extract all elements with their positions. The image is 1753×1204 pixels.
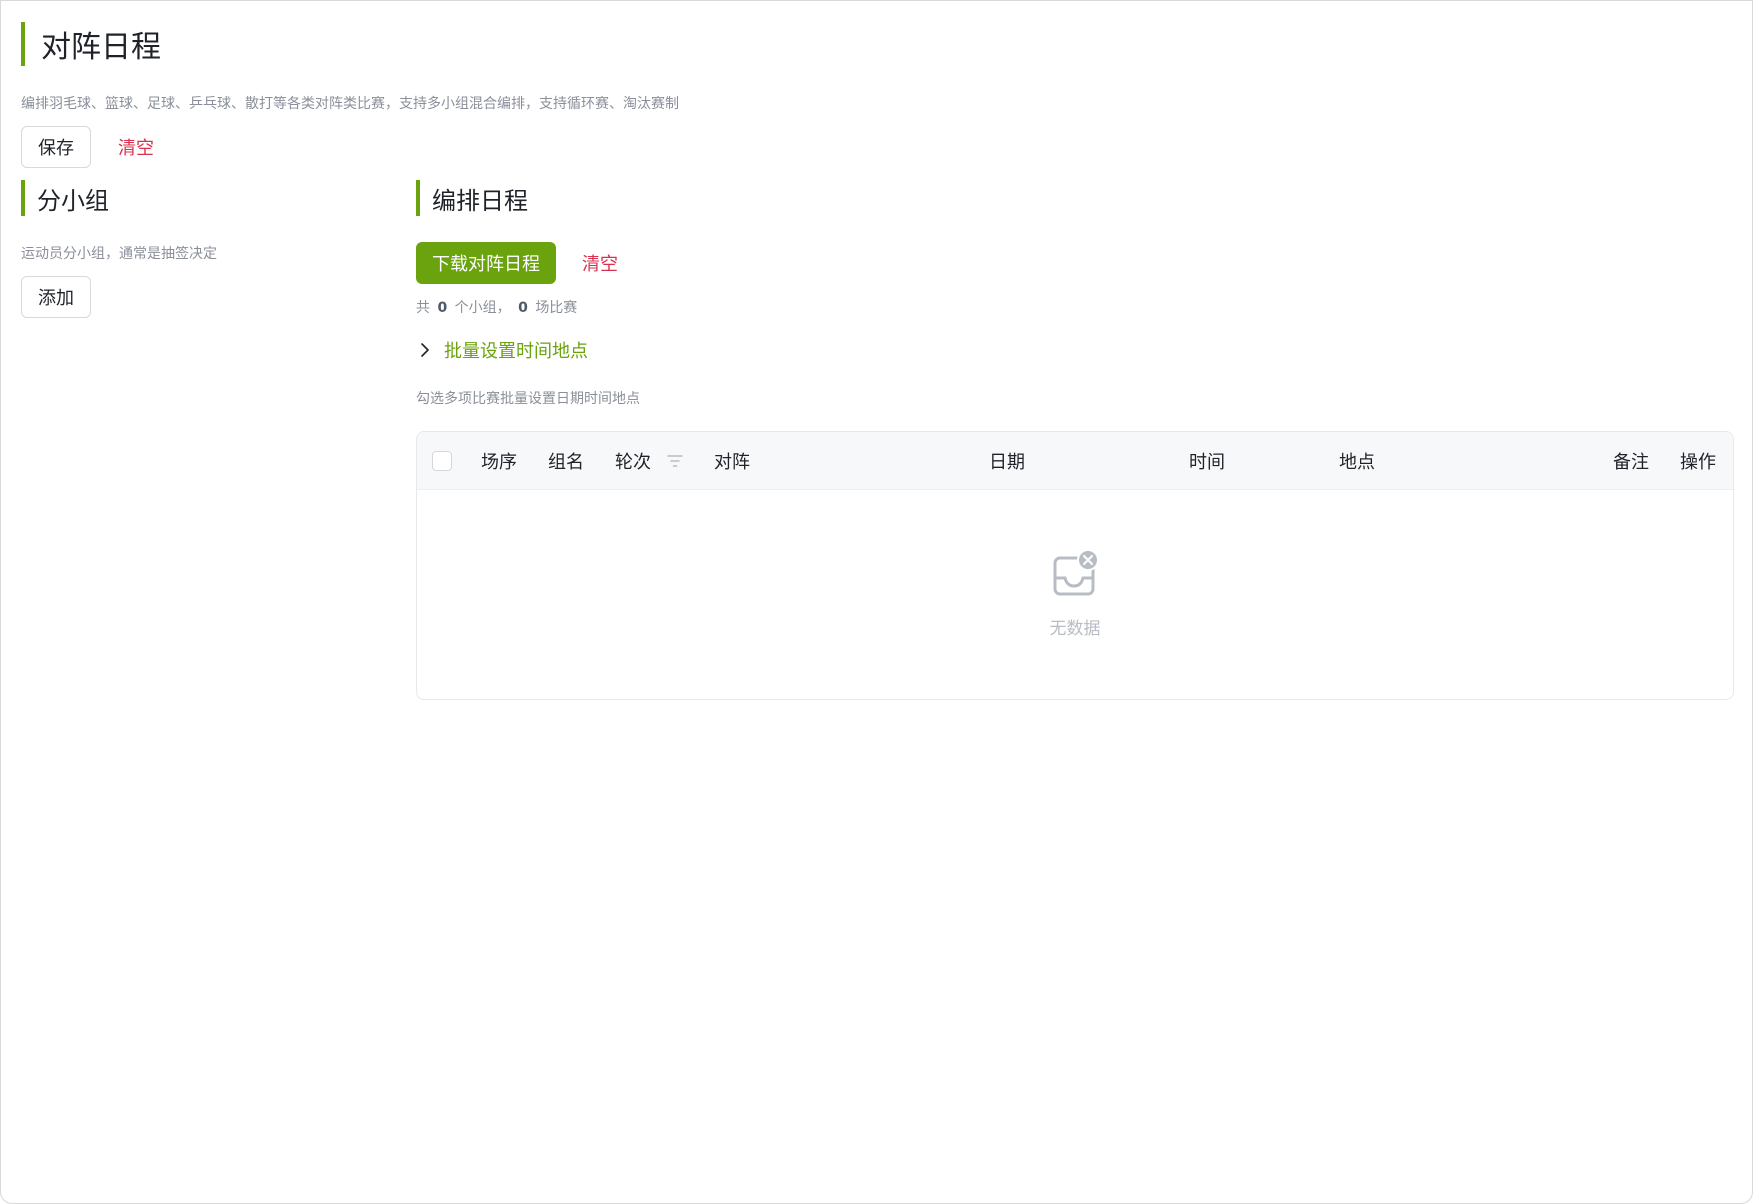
match-count: 0: [518, 300, 528, 316]
download-schedule-button[interactable]: 下载对阵日程: [416, 242, 556, 284]
column-header-time: 时间: [1189, 452, 1225, 473]
schedule-table: 场序 组名 轮次 对阵 日期 时间 地点 备注 操作 无数据: [416, 431, 1734, 700]
save-button[interactable]: 保存: [21, 126, 91, 168]
groups-section-title: 分小组: [21, 180, 109, 216]
schedule-section-title: 编排日程: [416, 180, 528, 216]
empty-inbox-icon: [1053, 550, 1099, 596]
page-title: 对阵日程: [21, 22, 161, 66]
column-header-actions: 操作: [1680, 452, 1716, 473]
table-header: 场序 组名 轮次 对阵 日期 时间 地点 备注 操作: [417, 432, 1733, 490]
chevron-right-icon: [421, 343, 429, 357]
column-header-date: 日期: [989, 452, 1025, 473]
group-count: 0: [437, 300, 448, 316]
filter-icon[interactable]: [667, 454, 683, 468]
summary-suffix: 场比赛: [535, 300, 578, 316]
schedule-summary: 共 0 个小组， 0 场比赛: [416, 297, 577, 317]
app-window: 对阵日程 编排羽毛球、篮球、足球、乒乓球、散打等各类对阵类比赛，支持多小组混合编…: [0, 0, 1753, 1204]
schedule-title-text: 编排日程: [432, 186, 528, 215]
clear-all-button[interactable]: 清空: [108, 126, 164, 168]
summary-mid: 个小组，: [454, 300, 511, 316]
column-header-group: 组名: [548, 452, 584, 473]
empty-state-text: 无数据: [1049, 619, 1101, 639]
column-header-order: 场序: [481, 452, 517, 473]
batch-settings-toggle[interactable]: 批量设置时间地点: [416, 337, 588, 363]
select-all-checkbox[interactable]: [432, 451, 452, 471]
page-title-text: 对阵日程: [41, 30, 161, 65]
batch-settings-label: 批量设置时间地点: [444, 341, 588, 362]
add-group-button[interactable]: 添加: [21, 276, 91, 318]
groups-description: 运动员分小组，通常是抽签决定: [21, 246, 217, 262]
column-header-location: 地点: [1339, 452, 1375, 473]
summary-prefix: 共: [416, 300, 430, 316]
groups-title-text: 分小组: [37, 186, 109, 215]
batch-settings-hint: 勾选多项比赛批量设置日期时间地点: [416, 391, 640, 407]
clear-schedule-button[interactable]: 清空: [572, 242, 628, 284]
column-header-matchup: 对阵: [714, 452, 750, 473]
column-header-remark: 备注: [1613, 452, 1649, 473]
table-empty-state: 无数据: [417, 490, 1733, 699]
column-header-round[interactable]: 轮次: [615, 432, 651, 490]
page-description: 编排羽毛球、篮球、足球、乒乓球、散打等各类对阵类比赛，支持多小组混合编排，支持循…: [21, 96, 679, 112]
